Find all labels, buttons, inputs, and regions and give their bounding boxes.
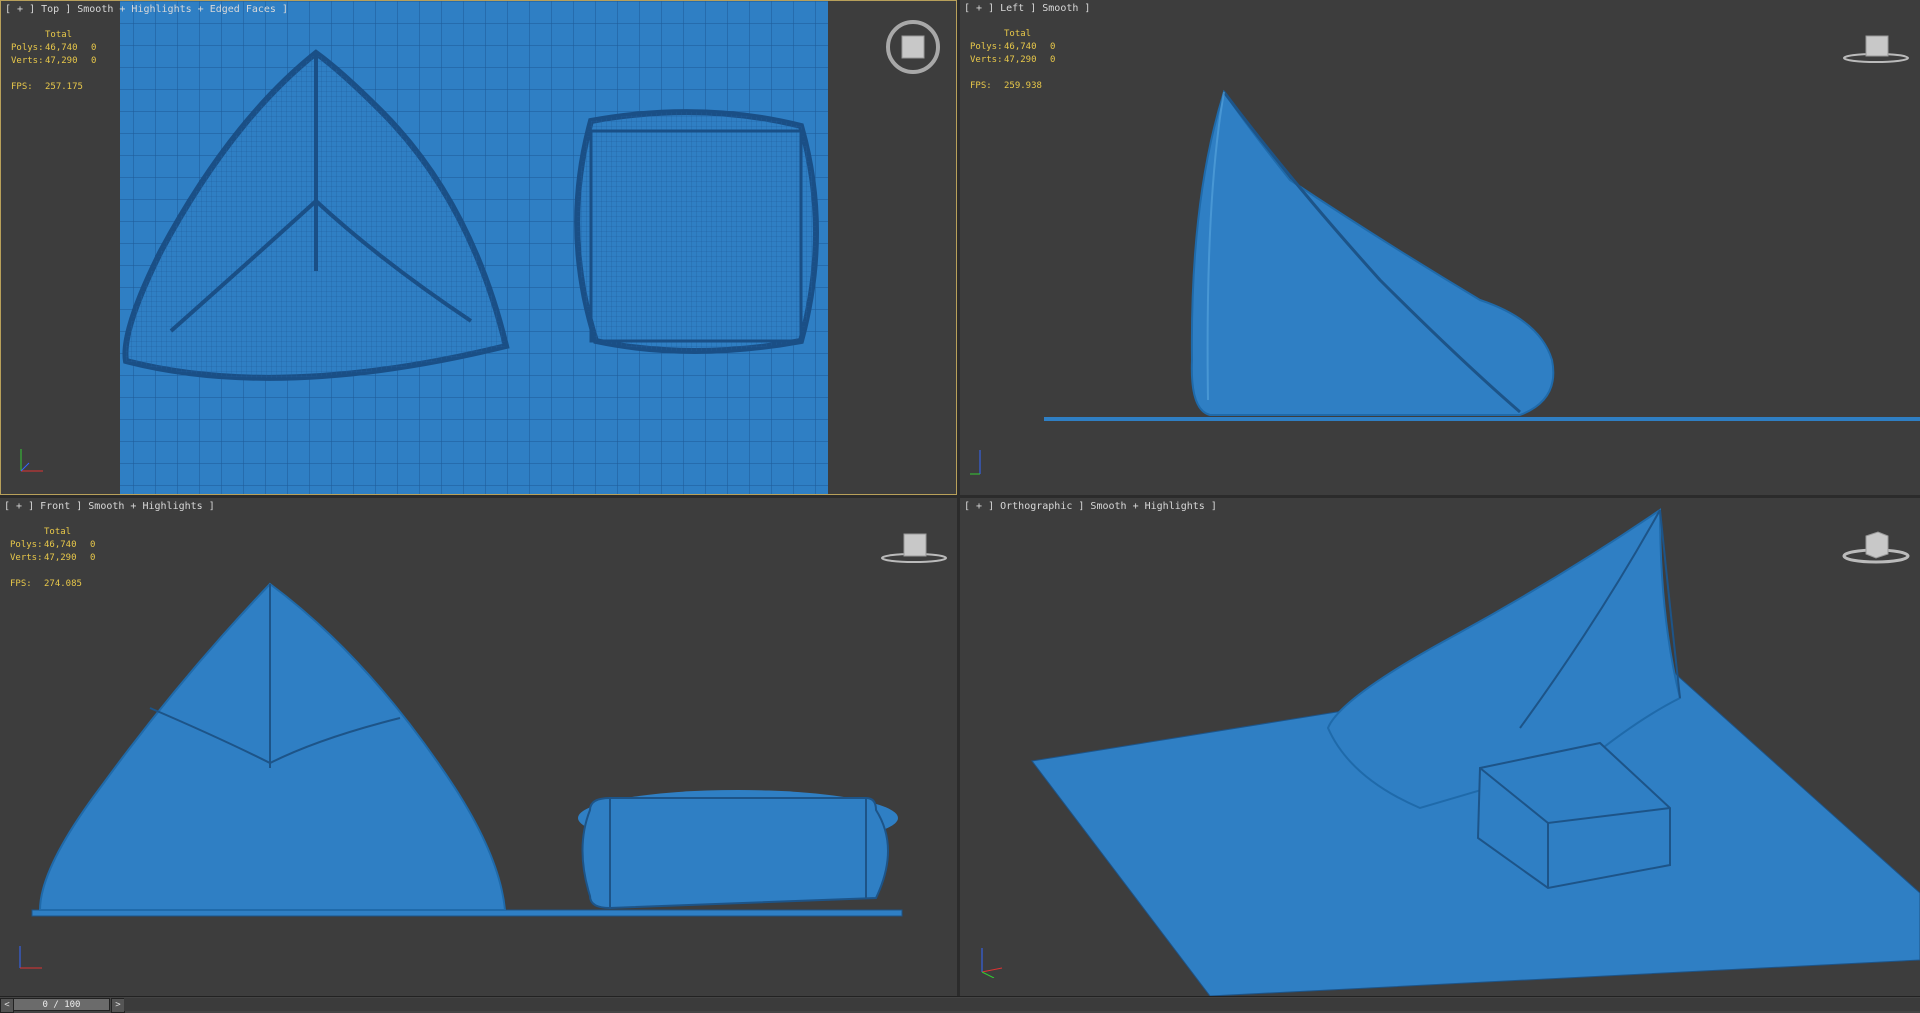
next-frame-button[interactable]: >: [111, 998, 125, 1013]
viewport-left[interactable]: [ + ] Left ] Smooth ] Total Polys: 46,740…: [960, 0, 1920, 495]
stats-overlay-front: Total Polys: 46,740 0 Verts: 47,290 0 FPS: 27…: [10, 526, 100, 591]
time-slider[interactable]: 0 / 100: [13, 998, 110, 1011]
stats-fps-value: 257.175: [45, 82, 83, 92]
orthographic-view-scene[interactable]: [960, 498, 1920, 996]
stats-verts-label: Verts:: [11, 56, 44, 66]
viewcube-left[interactable]: [1840, 28, 1912, 72]
viewcube-top[interactable]: [885, 19, 941, 79]
viewport-front[interactable]: [ + ] Front ] Smooth + Highlights ] Tota…: [0, 498, 957, 996]
ottoman-mesh[interactable]: [581, 797, 889, 910]
stats-total: Total: [1004, 29, 1032, 39]
viewcube-orthographic[interactable]: [1840, 526, 1912, 570]
floor-mat-mesh[interactable]: [1044, 417, 1920, 421]
stats-fps-label: FPS:: [970, 81, 992, 91]
stats-verts-value: 47,290: [45, 56, 78, 66]
viewcube-front-icon[interactable]: [878, 526, 950, 566]
stats-overlay-top: Total Polys: 46,740 0 Verts: 47,290 0 FPS: 25…: [11, 29, 101, 94]
viewcube-top-icon[interactable]: [885, 19, 941, 75]
timeline-track[interactable]: [124, 998, 1920, 1011]
axis-tripod-orthographic: [974, 938, 1014, 982]
stats-polys-label: Polys:: [970, 42, 1003, 52]
stats-verts-label: Verts:: [970, 55, 1003, 65]
stats-verts-label: Verts:: [10, 553, 43, 563]
stats-polys-value: 46,740: [44, 540, 77, 550]
viewcube-orthographic-icon[interactable]: [1840, 526, 1912, 566]
ottoman-wireframe: [577, 112, 816, 351]
axis-tripod-top: [15, 441, 55, 485]
stats-verts-value: 47,290: [44, 553, 77, 563]
previous-frame-button[interactable]: <: [0, 998, 14, 1013]
beanbag-chair-mesh[interactable]: [38, 582, 507, 911]
top-view-scene[interactable]: [1, 1, 957, 495]
viewport-label-front[interactable]: [ + ] Front ] Smooth + Highlights ]: [4, 501, 215, 512]
viewport-label-orthographic[interactable]: [ + ] Orthographic ] Smooth + Highlights…: [964, 501, 1217, 512]
stats-fps-label: FPS:: [11, 82, 33, 92]
left-view-scene[interactable]: [960, 0, 1920, 495]
stats-polys-value: 46,740: [45, 43, 78, 53]
stats-overlay-left: Total Polys: 46,740 0 Verts: 47,290 0 FPS: 25…: [970, 28, 1060, 93]
stats-fps-label: FPS:: [10, 579, 32, 589]
viewport-top[interactable]: [ + ] Top ] Smooth + Highlights + Edged …: [0, 0, 957, 495]
viewcube-front[interactable]: [878, 526, 950, 570]
time-slider-bar: < 0 / 100 >: [0, 996, 1920, 1013]
viewport-label-left[interactable]: [ + ] Left ] Smooth ]: [964, 3, 1090, 14]
stats-verts-value: 47,290: [1004, 55, 1037, 65]
viewcube-left-icon[interactable]: [1840, 28, 1912, 68]
viewport-label-top[interactable]: [ + ] Top ] Smooth + Highlights + Edged …: [5, 4, 288, 15]
axis-tripod-left: [966, 440, 1006, 484]
stats-polys-value: 46,740: [1004, 42, 1037, 52]
stats-verts-sel: 0: [1050, 55, 1056, 65]
viewport-orthographic[interactable]: [ + ] Orthographic ] Smooth + Highlights…: [960, 498, 1920, 996]
stats-fps-value: 274.085: [44, 579, 82, 589]
stats-polys-sel: 0: [91, 43, 97, 53]
stats-polys-label: Polys:: [11, 43, 44, 53]
stats-total: Total: [45, 30, 73, 40]
stats-polys-sel: 0: [1050, 42, 1056, 52]
axis-tripod-front: [14, 938, 54, 982]
stats-verts-sel: 0: [90, 553, 96, 563]
stats-polys-sel: 0: [90, 540, 96, 550]
stats-verts-sel: 0: [91, 56, 97, 66]
stats-polys-label: Polys:: [10, 540, 43, 550]
beanbag-chair-mesh[interactable]: [1190, 89, 1555, 416]
stats-total: Total: [44, 527, 72, 537]
front-view-scene[interactable]: [0, 498, 957, 996]
stats-fps-value: 259.938: [1004, 81, 1042, 91]
